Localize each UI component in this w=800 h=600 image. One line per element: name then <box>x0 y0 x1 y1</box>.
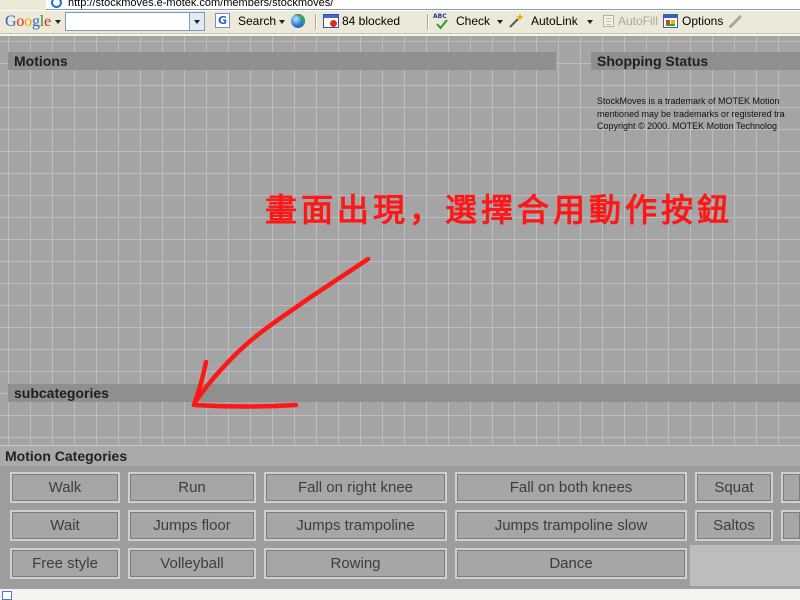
motion-button-walk[interactable]: Walk <box>10 472 120 503</box>
spell-check-button[interactable]: ABC Check <box>431 11 491 32</box>
search-button[interactable]: G Search <box>213 11 276 32</box>
options-button[interactable]: Options <box>660 11 724 32</box>
dropdown-arrow-icon[interactable] <box>55 20 61 24</box>
options-button-label: Options <box>682 14 724 28</box>
motion-button-dance[interactable]: Dance <box>455 548 687 579</box>
motion-button-jumps-trampoline[interactable]: Jumps trampoline <box>264 510 447 541</box>
autofill-button-label: AutoFill <box>618 14 659 28</box>
popup-blocker-icon <box>323 14 339 28</box>
search-button-label: Search <box>238 14 277 28</box>
toolbar-separator <box>315 14 317 30</box>
motion-button-free-style[interactable]: Free style <box>10 548 120 579</box>
highlighter-icon <box>729 15 742 28</box>
motion-button-fall-on-right-knee[interactable]: Fall on right knee <box>264 472 447 503</box>
google-logo-letter: o <box>16 13 25 30</box>
motion-button-saltos[interactable]: Saltos <box>695 510 773 541</box>
motions-heading: Motions <box>8 52 556 70</box>
motion-button-rowing[interactable]: Rowing <box>264 548 447 579</box>
status-bar <box>0 588 800 600</box>
motion-button-wait[interactable]: Wait <box>10 510 120 541</box>
motion-button-run[interactable]: Run <box>128 472 256 503</box>
ie-page-icon <box>51 0 62 8</box>
check-button-label: Check <box>456 14 491 28</box>
google-logo-letter: o <box>24 13 32 30</box>
autolink-button[interactable]: AutoLink <box>505 11 581 32</box>
shopping-status-text-line: mentioned may be trademarks or registere… <box>597 108 785 119</box>
shopping-status-heading: Shopping Status <box>591 52 800 70</box>
motion-button-volleyball[interactable]: Volleyball <box>128 548 256 579</box>
popup-blocked-count: 84 blocked <box>342 14 401 28</box>
shopping-status-text-line: StockMoves is a trademark of MOTEK Motio… <box>597 96 780 106</box>
autofill-icon <box>603 15 614 27</box>
address-bar: http://stockmoves.e-motek.com/members/st… <box>0 0 800 10</box>
google-logo-letter: g <box>31 13 40 30</box>
subcategories-heading: subcategories <box>8 384 800 402</box>
search-input[interactable] <box>65 12 190 31</box>
dropdown-arrow-icon <box>194 20 200 24</box>
search-history-dropdown[interactable] <box>190 12 205 31</box>
highlighter-button[interactable] <box>726 12 744 31</box>
google-search-icon: G <box>215 13 230 28</box>
motion-button-jumps-floor[interactable]: Jumps floor <box>128 510 256 541</box>
autofill-button[interactable]: AutoFill <box>599 11 659 32</box>
empty-table-cell <box>690 545 800 586</box>
shopping-status-text: StockMoves is a trademark of MOTEK Motio… <box>597 95 800 135</box>
motion-button-partial[interactable] <box>781 472 800 503</box>
motion-categories-heading: Motion Categories <box>5 448 128 464</box>
address-field[interactable]: http://stockmoves.e-motek.com/members/st… <box>46 0 800 10</box>
motion-button-squat[interactable]: Squat <box>695 472 773 503</box>
motion-button-fall-on-both-knees[interactable]: Fall on both knees <box>455 472 687 503</box>
popup-blocker-button[interactable]: 84 blocked <box>320 11 422 32</box>
google-toolbar: Google G Search 84 blocked ABC Check Aut… <box>0 10 800 34</box>
globe-icon <box>291 14 305 28</box>
motion-button-jumps-trampoline-slow[interactable]: Jumps trampoline slow <box>455 510 687 541</box>
check-menu-dropdown[interactable] <box>497 20 503 24</box>
google-logo-letter: e <box>44 13 51 30</box>
search-menu-dropdown[interactable] <box>279 20 285 24</box>
autolink-wand-icon <box>509 13 524 28</box>
options-icon <box>663 14 678 28</box>
autolink-menu-dropdown[interactable] <box>587 20 593 24</box>
spell-check-icon: ABC <box>433 12 450 31</box>
globe-button[interactable] <box>289 13 308 30</box>
shopping-status-text-line: Copyright © 2000. MOTEK Motion Technolog <box>597 121 778 131</box>
address-url: http://stockmoves.e-motek.com/members/st… <box>68 0 334 9</box>
motion-categories-band: Motion Categories <box>0 445 800 466</box>
check-mark-icon <box>436 19 448 30</box>
ie-page-icon <box>2 591 12 600</box>
autolink-button-label: AutoLink <box>531 14 578 28</box>
google-logo[interactable]: Google <box>5 12 51 31</box>
motion-button-partial[interactable] <box>781 510 800 541</box>
annotation-text: 畫面出現，選擇合用動作按鈕 <box>265 191 734 229</box>
toolbar-separator <box>427 14 429 30</box>
google-logo-letter: G <box>5 13 17 30</box>
